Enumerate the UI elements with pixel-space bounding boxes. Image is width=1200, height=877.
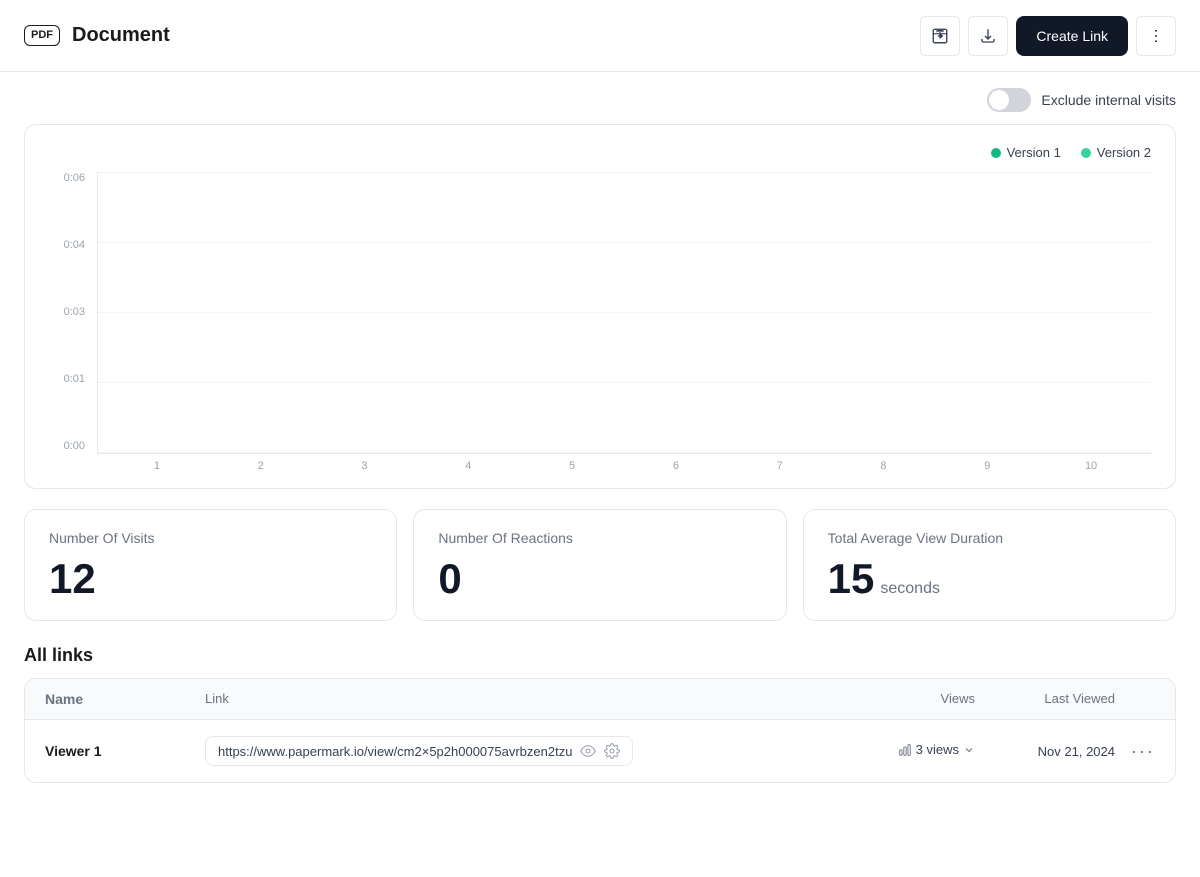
x-label: 3 [313,460,417,472]
x-labels: 12345678910 [97,454,1151,472]
legend-v1-label: Version 1 [1007,145,1061,160]
table-header: Name Link Views Last Viewed [25,679,1175,720]
stats-row: Number Of Visits 12 Number Of Reactions 0 To… [24,509,1176,621]
y-axis: 0:06 0:04 0:03 0:01 0:00 [49,172,85,472]
share-icon-btn[interactable] [920,16,960,56]
share-icon [931,27,949,45]
chart-card: Version 1 Version 2 0:06 0:04 0:03 0:01 … [24,124,1176,489]
settings-icon[interactable] [604,743,620,759]
link-pill[interactable]: https://www.papermark.io/view/cm2×5p2h00… [205,736,633,766]
stat-label: Total Average View Duration [828,530,1151,546]
stat-card: Number Of Reactions 0 [413,509,786,621]
stat-label: Number Of Reactions [438,530,761,546]
row-views: 3 views [855,742,975,760]
x-label: 2 [209,460,313,472]
legend-v1-dot [991,148,1001,158]
link-url: https://www.papermark.io/view/cm2×5p2h00… [218,744,572,759]
legend-v2-dot [1081,148,1091,158]
x-label: 7 [728,460,832,472]
stat-value: 15 [828,558,875,600]
main-content: Exclude internal visits Version 1 Versio… [0,72,1200,799]
row-last-viewed: Nov 21, 2024 [975,743,1115,759]
chevron-down-icon [963,744,975,756]
bars-container [97,172,1151,454]
x-label: 9 [935,460,1039,472]
exclude-row: Exclude internal visits [24,88,1176,112]
chart-area: 0:06 0:04 0:03 0:01 0:00 [49,172,1151,472]
row-actions[interactable]: ··· [1115,741,1155,762]
header-actions: Create Link [920,16,1176,56]
row-link: https://www.papermark.io/view/cm2×5p2h00… [205,736,855,766]
x-label: 8 [832,460,936,472]
legend-v2-label: Version 2 [1097,145,1151,160]
x-label: 6 [624,460,728,472]
y-label-3: 0:03 [49,306,85,318]
pdf-badge: PDF [24,25,60,46]
stat-label: Number Of Visits [49,530,372,546]
y-label-6: 0:06 [49,172,85,184]
y-label-4: 0:04 [49,239,85,251]
row-name: Viewer 1 [45,743,205,759]
stat-value-row: 12 [49,558,372,600]
col-views-header: Views [855,691,975,707]
x-label: 1 [105,460,209,472]
stat-value: 0 [438,558,461,600]
x-label: 5 [520,460,624,472]
col-last-header: Last Viewed [975,691,1115,707]
stat-suffix: seconds [880,580,940,598]
stat-card: Total Average View Duration 15 seconds [803,509,1176,621]
table-body: Viewer 1 https://www.papermark.io/view/c… [25,720,1175,782]
exclude-label: Exclude internal visits [1041,92,1176,108]
x-label: 4 [416,460,520,472]
eye-icon[interactable] [580,743,596,759]
exclude-toggle[interactable] [987,88,1031,112]
download-icon-btn[interactable] [968,16,1008,56]
views-badge[interactable]: 3 views [898,742,975,757]
col-actions-header [1115,691,1155,707]
download-icon [979,27,997,45]
row-more-button[interactable]: ··· [1131,741,1155,761]
y-label-0: 0:00 [49,440,85,452]
stat-value-row: 15 seconds [828,558,1151,600]
x-label: 10 [1039,460,1143,472]
stat-value-row: 0 [438,558,761,600]
chart-inner: 12345678910 [97,172,1151,472]
legend-v2: Version 2 [1081,145,1151,160]
chart-legend: Version 1 Version 2 [49,145,1151,160]
page-title: Document [72,24,170,47]
header: PDF Document Create Link [0,0,1200,72]
all-links-title: All links [24,645,1176,666]
all-links-section: All links Name Link Views Last Viewed Vi… [24,645,1176,783]
table-row: Viewer 1 https://www.papermark.io/view/c… [25,720,1175,782]
legend-v1: Version 1 [991,145,1061,160]
links-table: Name Link Views Last Viewed Viewer 1 htt… [24,678,1176,783]
stat-value: 12 [49,558,96,600]
y-label-1: 0:01 [49,373,85,385]
col-name-header: Name [45,691,205,707]
dots-vertical-icon [1147,27,1165,45]
more-options-button[interactable] [1136,16,1176,56]
stat-card: Number Of Visits 12 [24,509,397,621]
bar-chart-icon [898,743,912,757]
col-link-header: Link [205,691,855,707]
create-link-button[interactable]: Create Link [1016,16,1128,56]
